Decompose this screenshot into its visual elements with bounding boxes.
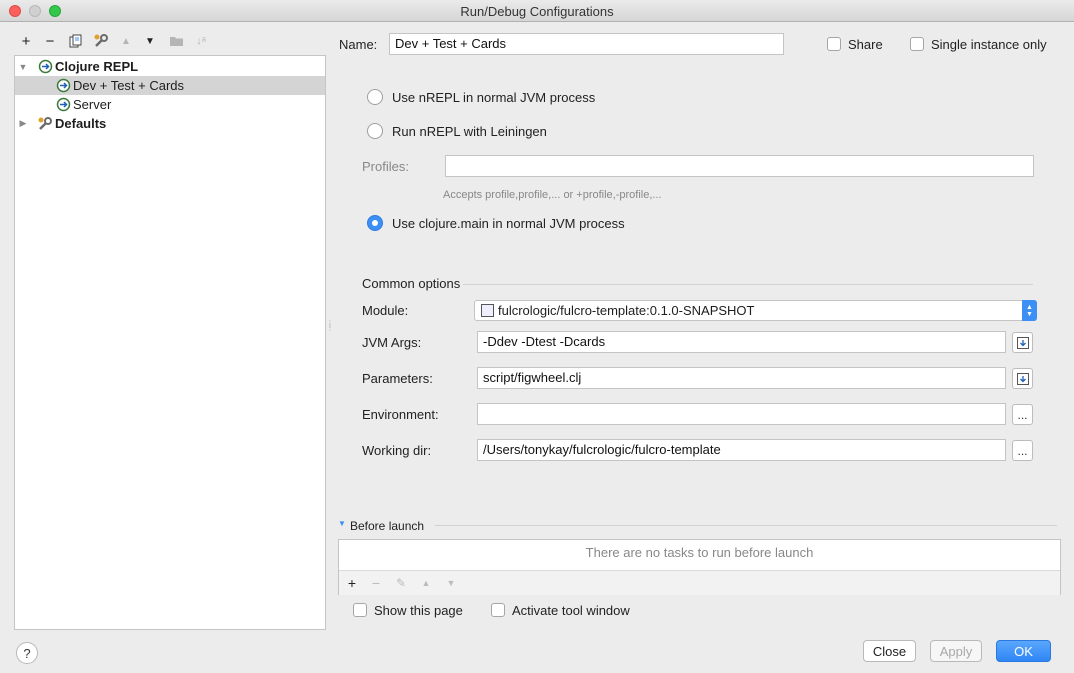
run-config-icon — [55, 97, 71, 113]
module-value: fulcrologic/fulcro-template:0.1.0-SNAPSH… — [498, 303, 755, 318]
name-label: Name: — [339, 37, 378, 52]
environment-label: Environment: — [362, 407, 439, 422]
clojure-main-radio[interactable] — [367, 215, 383, 231]
expand-field-icon[interactable] — [1012, 332, 1033, 353]
expand-field-icon[interactable] — [1012, 368, 1033, 389]
before-launch-empty-text: There are no tasks to run before launch — [585, 545, 814, 560]
tree-item-label: Server — [73, 97, 112, 112]
remove-task-button[interactable]: − — [366, 574, 386, 592]
tree-item-label: Defaults — [55, 116, 107, 131]
single-instance-checkbox[interactable] — [910, 37, 924, 51]
show-page-checkbox[interactable] — [353, 603, 367, 617]
tree-item-server[interactable]: Server — [15, 95, 325, 114]
working-dir-label: Working dir: — [362, 443, 432, 458]
activate-tool-window-label: Activate tool window — [512, 603, 630, 618]
tree-item-defaults[interactable]: ▶ Defaults — [15, 114, 325, 133]
config-toolbar: + − ▲ ▼ ↓ᵃ — [14, 30, 324, 52]
nrepl-lein-label: Run nREPL with Leiningen — [392, 124, 547, 139]
window-title: Run/Debug Configurations — [460, 4, 614, 19]
remove-config-button[interactable]: − — [40, 30, 60, 52]
share-checkbox[interactable] — [827, 37, 841, 51]
tree-item-clojure-repl[interactable]: ▼ Clojure REPL — [15, 57, 325, 76]
run-config-icon — [55, 78, 71, 94]
module-label: Module: — [362, 303, 409, 318]
tree-item-label: Clojure REPL — [55, 59, 139, 74]
before-launch-collapse-icon[interactable]: ▼ — [338, 519, 346, 528]
config-tree: ▼ Clojure REPL Dev + Test + Cards Server… — [14, 55, 326, 630]
common-options-title: Common options — [362, 276, 461, 291]
nrepl-jvm-label: Use nREPL in normal JVM process — [392, 90, 596, 105]
move-task-down-button[interactable]: ▼ — [441, 574, 461, 592]
activate-tool-window-checkbox[interactable] — [491, 603, 505, 617]
move-up-button[interactable]: ▲ — [116, 30, 136, 52]
profiles-field[interactable] — [445, 155, 1034, 177]
add-config-button[interactable]: + — [16, 30, 36, 52]
move-down-button[interactable]: ▼ — [140, 30, 160, 52]
window-titlebar: Run/Debug Configurations — [0, 0, 1074, 22]
edit-task-button[interactable]: ✎ — [391, 574, 411, 592]
wrench-icon[interactable] — [91, 30, 111, 52]
add-task-button[interactable]: + — [342, 574, 362, 592]
clojure-main-label: Use clojure.main in normal JVM process — [392, 216, 625, 231]
folder-icon[interactable] — [166, 30, 186, 52]
sort-icon[interactable]: ↓ᵃ — [191, 30, 211, 52]
module-icon — [481, 304, 494, 317]
tree-item-dev-test-cards[interactable]: Dev + Test + Cards — [15, 76, 325, 95]
name-field[interactable]: Dev + Test + Cards — [389, 33, 784, 55]
parameters-field[interactable]: script/figwheel.clj — [477, 367, 1006, 389]
show-page-label: Show this page — [374, 603, 463, 618]
nrepl-jvm-radio[interactable] — [367, 89, 383, 105]
section-divider — [463, 284, 1033, 285]
before-launch-toolbar: + − ✎ ▲ ▼ — [339, 570, 1060, 595]
wrench-icon — [37, 116, 53, 132]
jvm-args-field[interactable]: -Ddev -Dtest -Dcards — [477, 331, 1006, 353]
panel-splitter[interactable]: ⋮ ⋮ — [326, 320, 334, 336]
ok-button[interactable]: OK — [996, 640, 1051, 662]
clojure-repl-icon — [37, 59, 53, 75]
parameters-label: Parameters: — [362, 371, 433, 386]
environment-field[interactable] — [477, 403, 1006, 425]
share-label: Share — [848, 37, 883, 52]
profiles-label: Profiles: — [362, 159, 409, 174]
close-button[interactable]: Close — [863, 640, 916, 662]
expand-arrow-icon[interactable]: ▼ — [17, 61, 29, 73]
nrepl-lein-radio[interactable] — [367, 123, 383, 139]
jvm-args-label: JVM Args: — [362, 335, 422, 350]
tree-item-label: Dev + Test + Cards — [73, 78, 185, 93]
before-launch-list: There are no tasks to run before launch … — [338, 539, 1061, 595]
select-stepper-icon: ▲ ▼ — [1022, 300, 1037, 321]
working-dir-browse-button[interactable]: ... — [1012, 440, 1033, 461]
environment-browse-button[interactable]: ... — [1012, 404, 1033, 425]
collapse-arrow-icon[interactable]: ▶ — [17, 118, 29, 130]
apply-button[interactable]: Apply — [930, 640, 982, 662]
help-button[interactable]: ? — [16, 642, 38, 664]
module-select[interactable]: fulcrologic/fulcro-template:0.1.0-SNAPSH… — [474, 300, 1037, 321]
before-launch-title: Before launch — [350, 519, 425, 533]
profiles-hint: Accepts profile,profile,... or +profile,… — [443, 189, 662, 201]
section-divider — [435, 525, 1057, 526]
move-task-up-button[interactable]: ▲ — [416, 574, 436, 592]
copy-icon[interactable] — [66, 30, 86, 52]
single-instance-label: Single instance only — [931, 37, 1047, 52]
working-dir-field[interactable]: /Users/tonykay/fulcrologic/fulcro-templa… — [477, 439, 1006, 461]
